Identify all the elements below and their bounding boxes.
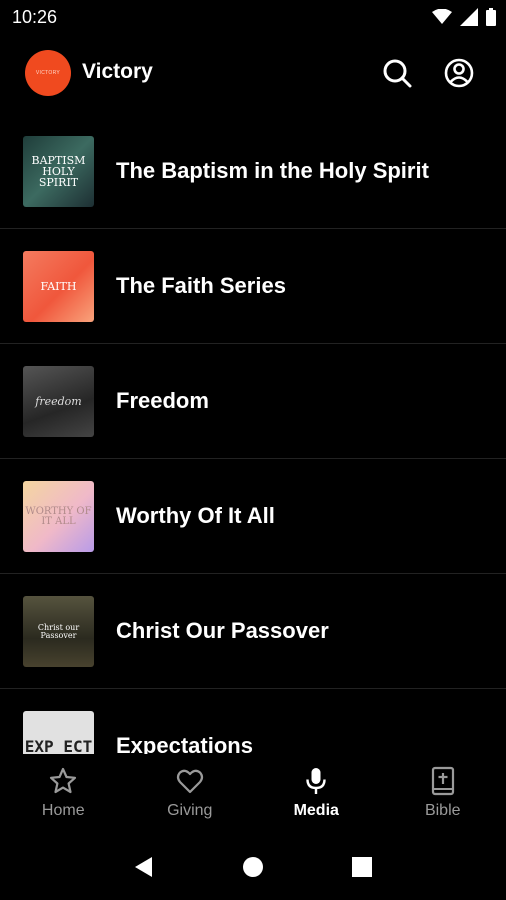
thumbnail-text: EXP ECT bbox=[24, 736, 93, 754]
series-title: The Faith Series bbox=[116, 273, 286, 298]
thumbnail-text: BAPTISM HOLY SPIRIT bbox=[31, 154, 86, 189]
church-logo[interactable]: VICTORY bbox=[25, 50, 71, 96]
thumbnail-text: WORTHY OF IT ALL bbox=[25, 505, 92, 527]
series-thumbnail: BAPTISM HOLY SPIRIT bbox=[23, 136, 94, 207]
microphone-icon bbox=[306, 768, 326, 794]
series-title: Worthy Of It All bbox=[116, 503, 275, 528]
recents-icon[interactable] bbox=[350, 855, 374, 879]
series-title: The Baptism in the Holy Spirit bbox=[116, 158, 429, 183]
app-title: Victory bbox=[82, 60, 153, 83]
status-bar: 10:26 bbox=[0, 0, 506, 36]
account-circle-icon bbox=[444, 58, 474, 88]
signal-icon bbox=[460, 8, 478, 26]
list-item[interactable]: Christ our Passover Christ Our Passover bbox=[0, 574, 506, 689]
back-icon[interactable] bbox=[132, 855, 156, 879]
series-thumbnail: freedom bbox=[23, 366, 94, 437]
nav-label: Media bbox=[293, 802, 339, 819]
nav-label: Bible bbox=[424, 802, 461, 819]
wifi-icon bbox=[432, 9, 452, 24]
nav-label: Home bbox=[41, 802, 85, 819]
thumbnail-text: Christ our Passover bbox=[37, 622, 80, 640]
media-series-list: BAPTISM HOLY SPIRIT The Baptism in the H… bbox=[0, 114, 506, 754]
home-icon[interactable] bbox=[241, 855, 265, 879]
series-title: Expectations bbox=[116, 733, 253, 754]
battery-icon bbox=[486, 8, 496, 26]
nav-tab-bible[interactable]: Bible bbox=[380, 754, 506, 834]
series-title: Freedom bbox=[116, 388, 209, 413]
star-icon bbox=[50, 767, 77, 794]
bottom-navigation: Home Giving Media Bible bbox=[0, 754, 506, 834]
app-header: VICTORY Victory bbox=[0, 36, 506, 112]
nav-tab-giving[interactable]: Giving bbox=[127, 754, 254, 834]
nav-tab-home[interactable]: Home bbox=[0, 754, 127, 834]
search-button[interactable] bbox=[379, 55, 415, 91]
list-item[interactable]: BAPTISM HOLY SPIRIT The Baptism in the H… bbox=[0, 114, 506, 229]
series-title: Christ Our Passover bbox=[116, 618, 329, 643]
list-item[interactable]: freedom Freedom bbox=[0, 344, 506, 459]
thumbnail-text: FAITH bbox=[40, 280, 77, 293]
series-thumbnail: WORTHY OF IT ALL bbox=[23, 481, 94, 552]
logo-text: VICTORY bbox=[35, 70, 61, 76]
list-item[interactable]: FAITH The Faith Series bbox=[0, 229, 506, 344]
system-navigation-bar bbox=[0, 834, 506, 900]
search-icon bbox=[383, 59, 412, 88]
series-thumbnail: EXP ECT bbox=[23, 711, 94, 754]
list-item[interactable]: EXP ECT Expectations bbox=[0, 689, 506, 754]
list-item[interactable]: WORTHY OF IT ALL Worthy Of It All bbox=[0, 459, 506, 574]
status-icons bbox=[432, 8, 496, 26]
profile-button[interactable] bbox=[441, 55, 477, 91]
series-thumbnail: FAITH bbox=[23, 251, 94, 322]
thumbnail-text: freedom bbox=[35, 395, 82, 408]
nav-label: Giving bbox=[167, 802, 213, 819]
bible-icon bbox=[431, 766, 454, 796]
series-thumbnail: Christ our Passover bbox=[23, 596, 94, 667]
nav-tab-media[interactable]: Media bbox=[253, 754, 380, 834]
heart-icon bbox=[176, 769, 203, 794]
status-time: 10:26 bbox=[12, 7, 58, 27]
